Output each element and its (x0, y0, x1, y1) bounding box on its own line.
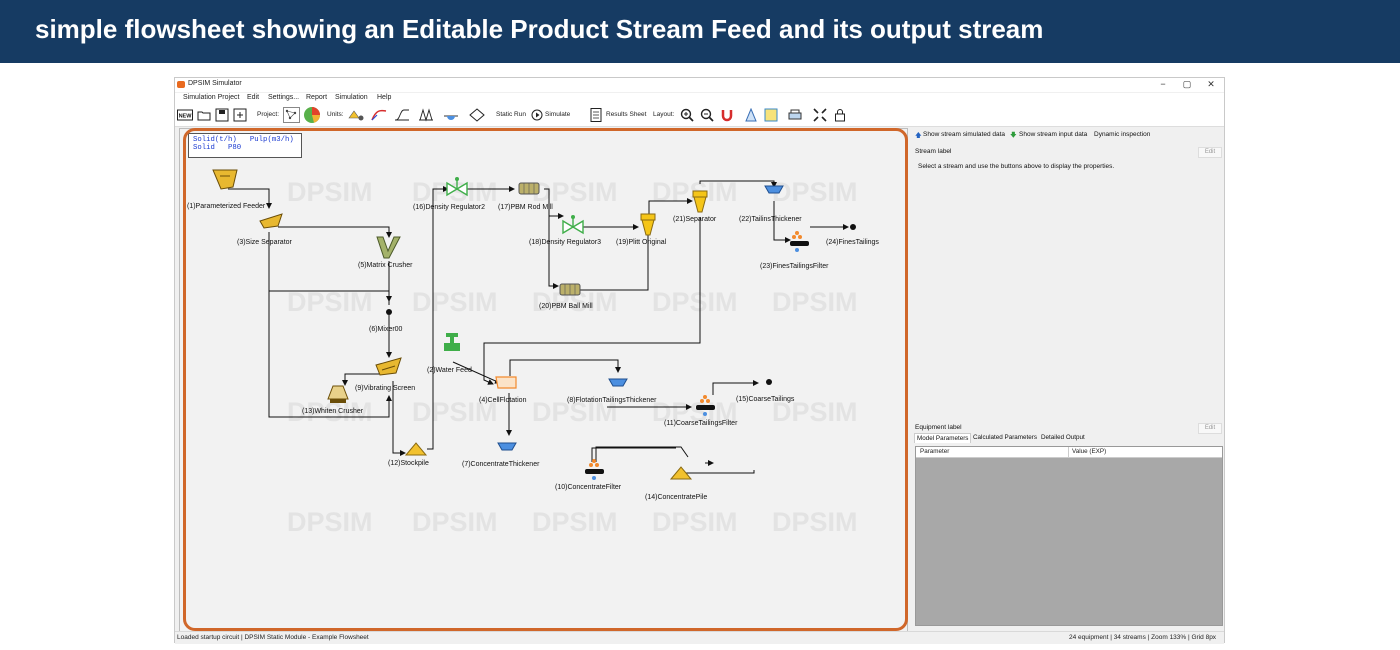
grid-header: Parameter Value (EXP) (916, 447, 1222, 458)
properties-panel: 🡅 Show stream simulated data 🡇 Show stre… (912, 128, 1223, 635)
stream-hint: Select a stream and use the buttons abov… (918, 163, 1115, 170)
tab-detailed-output[interactable]: Detailed Output (1039, 433, 1087, 442)
stream-label: Stream label (915, 148, 952, 155)
title-banner: simple flowsheet showing an Editable Pro… (0, 0, 1400, 63)
menu-simulation-project[interactable]: Simulation Project (183, 94, 239, 101)
tab-model-parameters[interactable]: Model Parameters (914, 433, 972, 443)
close-button[interactable]: ✕ (1200, 78, 1222, 91)
tab-calculated-parameters[interactable]: Calculated Parameters (971, 433, 1039, 442)
svg-text:NEW: NEW (179, 114, 193, 120)
simulate-button[interactable]: Simulate (545, 111, 570, 118)
equipment-edit-button[interactable]: Edit (1198, 423, 1222, 434)
show-simulated-data-button[interactable]: Show stream simulated data (923, 131, 1005, 138)
zoom-out-icon[interactable] (700, 108, 714, 122)
lock-icon[interactable] (833, 108, 847, 122)
highlight-frame (183, 128, 908, 631)
status-bar: Loaded startup circuit | DPSIM Static Mo… (175, 631, 1224, 644)
static-run-button[interactable]: Static Run (496, 111, 526, 118)
menu-help[interactable]: Help (377, 94, 391, 101)
status-left: Loaded startup circuit | DPSIM Static Mo… (177, 634, 369, 641)
dynamic-inspection-button[interactable]: Dynamic inspection (1094, 131, 1150, 138)
menu-bar: Simulation Project Edit Settings... Repo… (175, 93, 1224, 104)
parameter-grid[interactable]: Parameter Value (EXP) (915, 446, 1223, 626)
maximize-button[interactable]: ▢ (1176, 78, 1198, 91)
magnet-icon[interactable] (720, 108, 734, 122)
equipment-label: Equipment label (915, 424, 962, 431)
note-icon[interactable] (764, 108, 778, 122)
units-scale-icon[interactable] (347, 108, 365, 122)
pie-chart-icon[interactable] (303, 106, 321, 124)
open-folder-icon[interactable] (197, 108, 211, 122)
flask-icon[interactable] (443, 108, 459, 122)
col-parameter[interactable]: Parameter (920, 448, 949, 455)
menu-report[interactable]: Report (306, 94, 327, 101)
minimize-button[interactable]: − (1152, 78, 1174, 91)
title-bar: DPSIM Simulator − ▢ ✕ (175, 78, 1224, 92)
status-right: 24 equipment | 34 streams | Zoom 133% | … (1069, 634, 1217, 641)
toolbar: NEW Project: Units: Static Run Simulate … (175, 104, 1224, 127)
save-icon[interactable] (215, 108, 229, 122)
col-value[interactable]: Value (EXP) (1072, 448, 1106, 455)
results-sheet-button[interactable]: Results Sheet (606, 111, 646, 118)
menu-edit[interactable]: Edit (247, 94, 259, 101)
printer-icon[interactable] (788, 108, 802, 122)
project-label: Project: (257, 111, 280, 118)
app-logo-icon (177, 81, 185, 88)
stream-edit-button[interactable]: Edit (1198, 147, 1222, 158)
zoom-in-icon[interactable] (680, 108, 694, 122)
diamond-icon[interactable] (469, 108, 485, 122)
play-icon[interactable] (531, 109, 543, 121)
banner-title: simple flowsheet showing an Editable Pro… (35, 14, 1044, 44)
menu-simulation[interactable]: Simulation (335, 94, 368, 101)
units-curve-icon[interactable] (371, 108, 387, 122)
show-input-data-button[interactable]: Show stream input data (1019, 131, 1087, 138)
units-label: Units: (327, 111, 344, 118)
flowsheet-grid-icon[interactable] (283, 107, 300, 123)
new-project-icon[interactable]: NEW (177, 108, 193, 122)
cone-icon[interactable] (744, 108, 758, 122)
layout-label: Layout: (653, 111, 675, 118)
export-icon[interactable] (233, 108, 247, 122)
fit-screen-icon[interactable] (813, 108, 827, 122)
peak-icon[interactable] (418, 108, 434, 122)
arrow-down-icon: 🡇 (1010, 132, 1017, 139)
col-divider (1068, 447, 1069, 457)
menu-settings[interactable]: Settings... (268, 94, 299, 101)
arrow-up-icon: 🡅 (915, 132, 922, 139)
results-sheet-icon[interactable] (589, 108, 603, 122)
window-title: DPSIM Simulator (188, 80, 242, 87)
distribution-icon[interactable] (394, 108, 410, 122)
